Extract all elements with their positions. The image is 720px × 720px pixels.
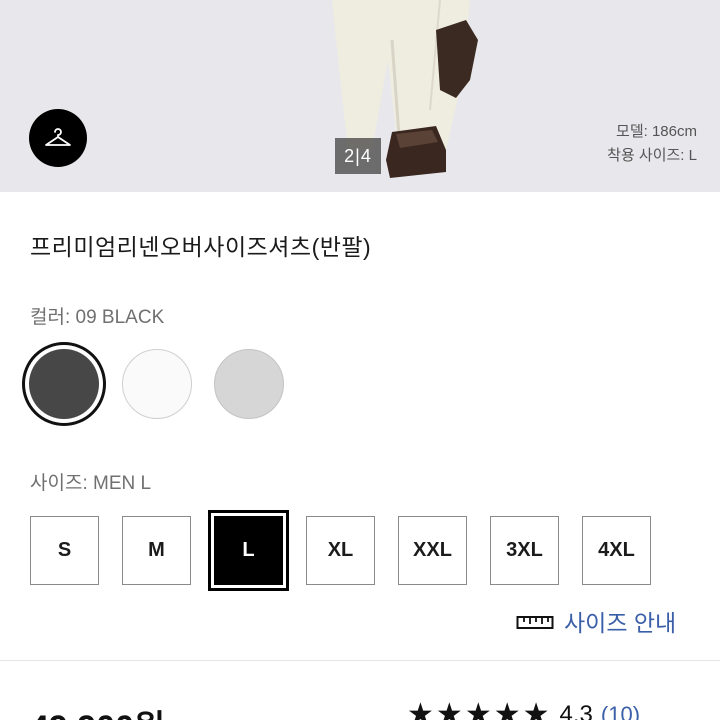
size-option-l[interactable]: L: [214, 516, 283, 585]
ruler-icon: [516, 616, 554, 629]
star-icon: ★: [464, 698, 492, 720]
divider: [0, 660, 720, 661]
size-option-4xl[interactable]: 4XL: [582, 516, 651, 585]
rating-value: 4.3: [559, 701, 593, 720]
model-height: 모델: 186cm: [616, 123, 697, 140]
image-counter: 2|4: [335, 138, 381, 174]
star-half-icon: ★: [522, 698, 550, 720]
star-icon: ★: [435, 698, 463, 720]
size-label: 사이즈: MEN L: [30, 473, 152, 494]
color-label: 컬러: 09 BLACK: [30, 307, 165, 328]
size-option-3xl[interactable]: 3XL: [490, 516, 559, 585]
size-guide-link[interactable]: 사이즈 안내: [516, 604, 676, 638]
size-guide-label: 사이즈 안내: [564, 610, 677, 636]
outfit-button[interactable]: [29, 109, 87, 167]
color-swatch-white[interactable]: [122, 349, 192, 419]
size-option-m[interactable]: M: [122, 516, 191, 585]
model-info: 모델: 186cm 착용 사이즈: L: [607, 120, 697, 168]
size-option-xxl[interactable]: XXL: [398, 516, 467, 585]
product-price: 49,900원: [30, 700, 165, 720]
hanger-icon: [45, 128, 71, 146]
size-option-xl[interactable]: XL: [306, 516, 375, 585]
star-icon: ★: [493, 698, 521, 720]
rating[interactable]: ★ ★ ★ ★ ★ 4.3 (10): [407, 700, 640, 720]
size-option-s[interactable]: S: [30, 516, 99, 585]
review-count-link[interactable]: (10): [601, 702, 640, 720]
color-swatch-black[interactable]: [22, 342, 106, 426]
swatch-fill: [29, 349, 99, 419]
star-icon: ★: [407, 698, 434, 720]
product-title: 프리미엄리넨오버사이즈셔츠(반팔): [30, 234, 372, 260]
model-size: 착용 사이즈: L: [607, 147, 697, 164]
product-image[interactable]: 2|4 모델: 186cm 착용 사이즈: L: [0, 0, 720, 192]
color-swatch-gray[interactable]: [214, 349, 284, 419]
